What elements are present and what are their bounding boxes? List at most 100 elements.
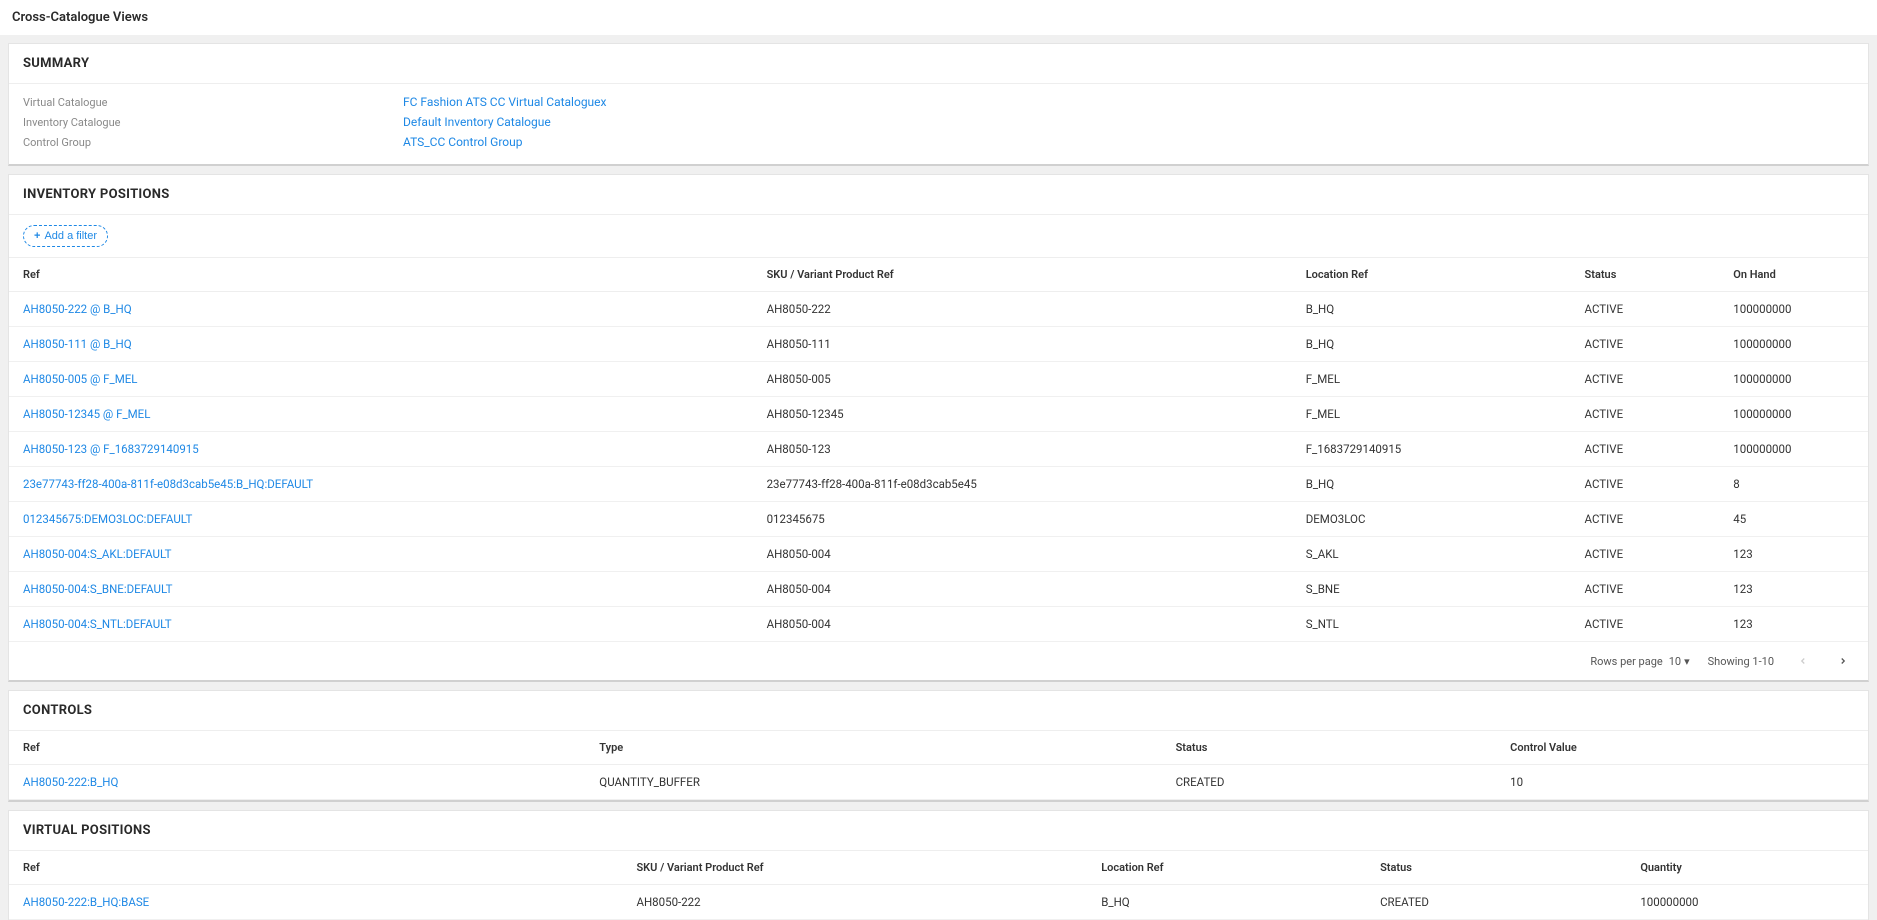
controls-col-ref[interactable]: Ref (9, 731, 585, 765)
inventory-ref-link[interactable]: AH8050-004:S_AKL:DEFAULT (9, 537, 753, 572)
inventory-table: Ref SKU / Variant Product Ref Location R… (9, 258, 1868, 642)
inventory-col-ref[interactable]: Ref (9, 258, 753, 292)
table-row: AH8050-123 @ F_1683729140915AH8050-123F_… (9, 432, 1868, 467)
inventory-status: ACTIVE (1571, 607, 1720, 642)
inventory-onhand: 100000000 (1719, 292, 1868, 327)
inventory-status: ACTIVE (1571, 537, 1720, 572)
inventory-col-onhand[interactable]: On Hand (1719, 258, 1868, 292)
table-row: AH8050-004:S_NTL:DEFAULTAH8050-004S_NTLA… (9, 607, 1868, 642)
add-filter-label: Add a filter (44, 230, 97, 242)
page-title: Cross-Catalogue Views (0, 0, 1877, 35)
controls-panel: CONTROLS Ref Type Status Control Value A… (8, 690, 1869, 802)
controls-ref-link[interactable]: AH8050-222:B_HQ (9, 765, 585, 800)
virtual-col-sku[interactable]: SKU / Variant Product Ref (622, 851, 1087, 885)
inventory-sku: AH8050-004 (753, 537, 1292, 572)
inventory-panel: INVENTORY POSITIONS + Add a filter Ref S… (8, 174, 1869, 682)
inventory-onhand: 100000000 (1719, 397, 1868, 432)
virtual-col-status[interactable]: Status (1366, 851, 1626, 885)
inventory-status: ACTIVE (1571, 327, 1720, 362)
table-row: AH8050-222:B_HQ:BASEAH8050-222B_HQCREATE… (9, 885, 1868, 920)
prev-page-button[interactable] (1792, 650, 1814, 672)
inventory-loc: B_HQ (1292, 467, 1571, 502)
inventory-onhand: 100000000 (1719, 432, 1868, 467)
controls-col-value[interactable]: Control Value (1496, 731, 1868, 765)
inventory-col-status[interactable]: Status (1571, 258, 1720, 292)
summary-link-control-group[interactable]: ATS_CC Control Group (403, 135, 523, 149)
add-filter-button[interactable]: + Add a filter (23, 225, 108, 247)
inventory-sku: 012345675 (753, 502, 1292, 537)
virtual-qty: 100000000 (1626, 885, 1868, 920)
inventory-sku: AH8050-005 (753, 362, 1292, 397)
table-row: AH8050-005 @ F_MELAH8050-005F_MELACTIVE1… (9, 362, 1868, 397)
inventory-ref-link[interactable]: AH8050-222 @ B_HQ (9, 292, 753, 327)
inventory-ref-link[interactable]: 23e77743-ff28-400a-811f-e08d3cab5e45:B_H… (9, 467, 753, 502)
table-row: AH8050-004:S_AKL:DEFAULTAH8050-004S_AKLA… (9, 537, 1868, 572)
virtual-ref-link[interactable]: AH8050-222:B_HQ:BASE (9, 885, 622, 920)
controls-status: CREATED (1162, 765, 1497, 800)
controls-value: 10 (1496, 765, 1868, 800)
inventory-status: ACTIVE (1571, 292, 1720, 327)
virtual-col-loc[interactable]: Location Ref (1087, 851, 1366, 885)
table-row: 012345675:DEMO3LOC:DEFAULT012345675DEMO3… (9, 502, 1868, 537)
table-row: AH8050-222 @ B_HQAH8050-222B_HQACTIVE100… (9, 292, 1868, 327)
pagination-bar: Rows per page 10 ▾ Showing 1-10 (9, 642, 1868, 680)
page-size-value: 10 (1669, 655, 1681, 668)
virtual-table: Ref SKU / Variant Product Ref Location R… (9, 851, 1868, 920)
virtual-status: CREATED (1366, 885, 1626, 920)
virtual-loc: B_HQ (1087, 885, 1366, 920)
summary-row-inventory-catalogue: Inventory Catalogue Default Inventory Ca… (23, 112, 1854, 132)
inventory-onhand: 45 (1719, 502, 1868, 537)
inventory-sku: AH8050-12345 (753, 397, 1292, 432)
next-page-button[interactable] (1832, 650, 1854, 672)
controls-col-type[interactable]: Type (585, 731, 1161, 765)
inventory-status: ACTIVE (1571, 572, 1720, 607)
summary-panel: SUMMARY Virtual Catalogue FC Fashion ATS… (8, 43, 1869, 166)
virtual-heading: VIRTUAL POSITIONS (9, 811, 1868, 851)
inventory-loc: B_HQ (1292, 327, 1571, 362)
virtual-col-qty[interactable]: Quantity (1626, 851, 1868, 885)
showing-range: Showing 1-10 (1708, 655, 1774, 668)
inventory-col-loc[interactable]: Location Ref (1292, 258, 1571, 292)
controls-type: QUANTITY_BUFFER (585, 765, 1161, 800)
inventory-ref-link[interactable]: AH8050-005 @ F_MEL (9, 362, 753, 397)
summary-link-virtual-catalogue[interactable]: FC Fashion ATS CC Virtual Cataloguex (403, 95, 607, 109)
inventory-loc: S_BNE (1292, 572, 1571, 607)
inventory-onhand: 123 (1719, 572, 1868, 607)
inventory-ref-link[interactable]: AH8050-12345 @ F_MEL (9, 397, 753, 432)
virtual-panel: VIRTUAL POSITIONS Ref SKU / Variant Prod… (8, 810, 1869, 920)
summary-label: Control Group (23, 136, 403, 149)
chevron-down-icon: ▾ (1684, 655, 1690, 668)
inventory-onhand: 8 (1719, 467, 1868, 502)
inventory-sku: AH8050-123 (753, 432, 1292, 467)
inventory-onhand: 100000000 (1719, 362, 1868, 397)
summary-link-inventory-catalogue[interactable]: Default Inventory Catalogue (403, 115, 551, 129)
virtual-col-ref[interactable]: Ref (9, 851, 622, 885)
summary-label: Virtual Catalogue (23, 96, 403, 109)
inventory-ref-link[interactable]: AH8050-004:S_BNE:DEFAULT (9, 572, 753, 607)
inventory-heading: INVENTORY POSITIONS (9, 175, 1868, 215)
table-row: 23e77743-ff28-400a-811f-e08d3cab5e45:B_H… (9, 467, 1868, 502)
summary-heading: SUMMARY (9, 44, 1868, 84)
controls-col-status[interactable]: Status (1162, 731, 1497, 765)
inventory-ref-link[interactable]: AH8050-111 @ B_HQ (9, 327, 753, 362)
inventory-sku: AH8050-004 (753, 572, 1292, 607)
inventory-sku: AH8050-004 (753, 607, 1292, 642)
inventory-status: ACTIVE (1571, 432, 1720, 467)
inventory-ref-link[interactable]: AH8050-004:S_NTL:DEFAULT (9, 607, 753, 642)
summary-row-control-group: Control Group ATS_CC Control Group (23, 132, 1854, 152)
inventory-status: ACTIVE (1571, 397, 1720, 432)
inventory-loc: F_1683729140915 (1292, 432, 1571, 467)
inventory-ref-link[interactable]: AH8050-123 @ F_1683729140915 (9, 432, 753, 467)
summary-label: Inventory Catalogue (23, 116, 403, 129)
plus-icon: + (34, 230, 40, 242)
inventory-col-sku[interactable]: SKU / Variant Product Ref (753, 258, 1292, 292)
inventory-loc: F_MEL (1292, 362, 1571, 397)
inventory-ref-link[interactable]: 012345675:DEMO3LOC:DEFAULT (9, 502, 753, 537)
inventory-status: ACTIVE (1571, 502, 1720, 537)
table-row: AH8050-222:B_HQQUANTITY_BUFFERCREATED10 (9, 765, 1868, 800)
page-size-selector[interactable]: 10 ▾ (1669, 655, 1690, 668)
virtual-sku: AH8050-222 (622, 885, 1087, 920)
controls-heading: CONTROLS (9, 691, 1868, 731)
rows-per-page-label: Rows per page (1590, 655, 1662, 668)
inventory-loc: S_NTL (1292, 607, 1571, 642)
